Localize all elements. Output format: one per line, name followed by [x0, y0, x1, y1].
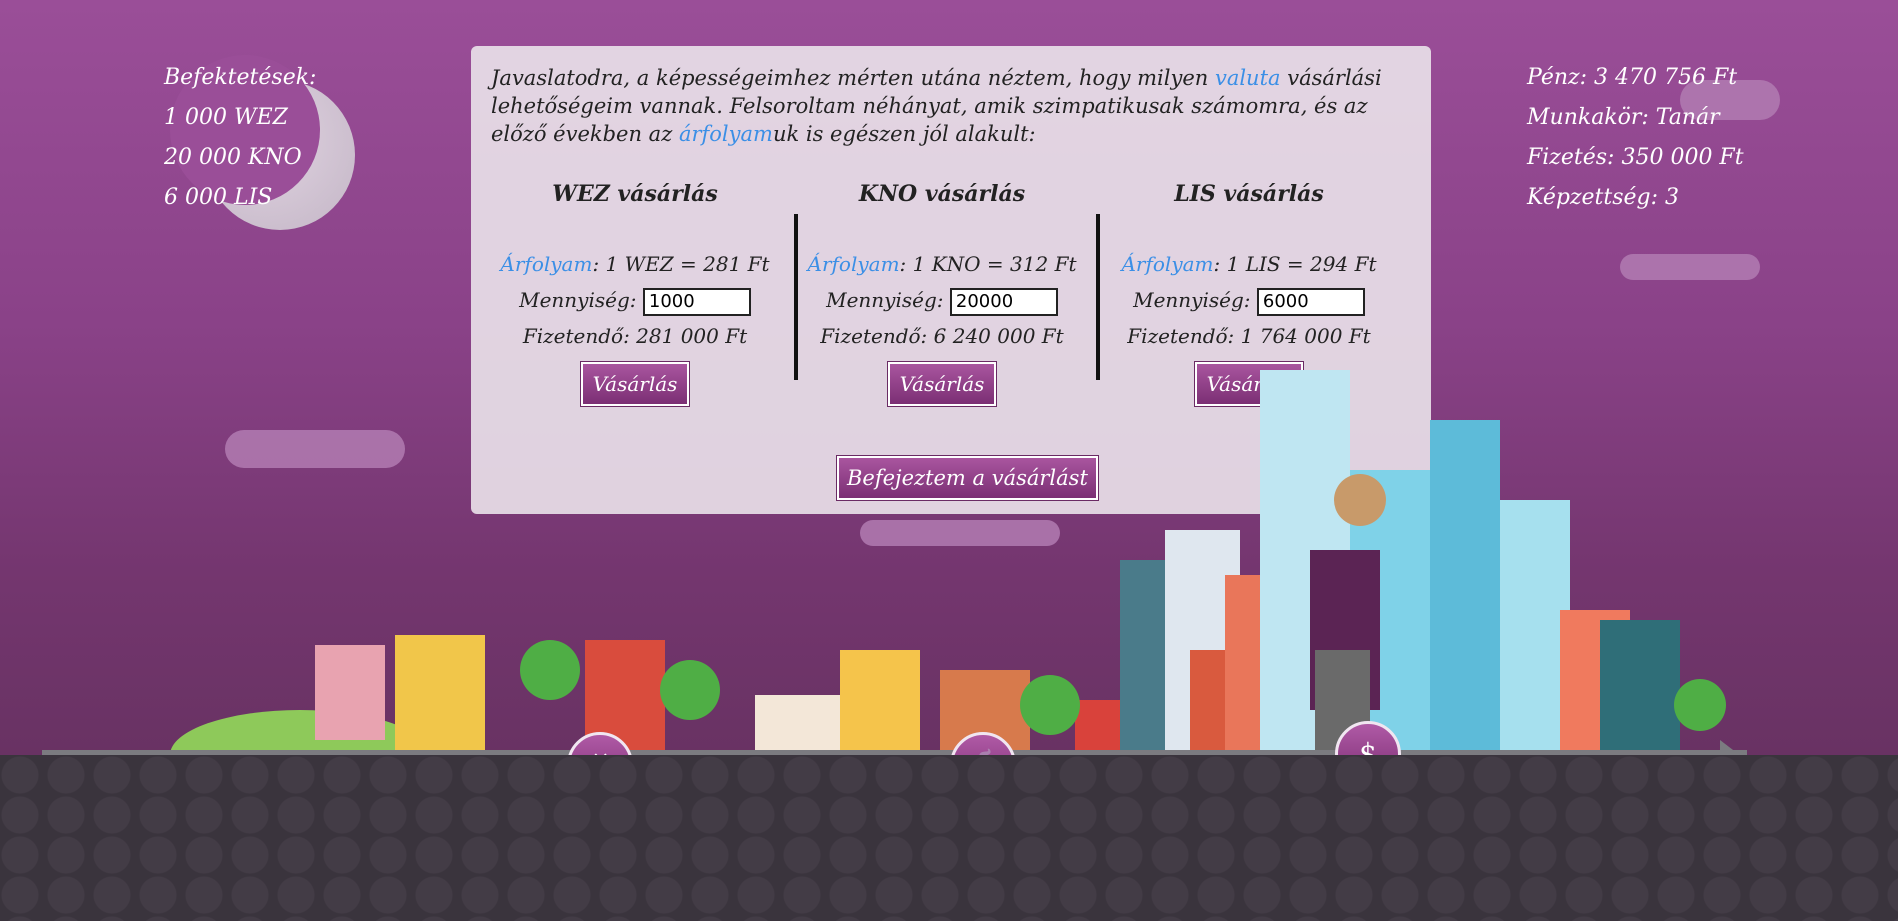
- rate-link[interactable]: Árfolyam: [500, 252, 592, 276]
- cloud: [1620, 254, 1760, 280]
- lis-quantity-input[interactable]: [1256, 287, 1365, 316]
- quantity-label: Mennyiség:: [519, 288, 637, 312]
- kno-title: KNO vásárlás: [858, 181, 1026, 207]
- wez-quantity-input[interactable]: [642, 287, 751, 316]
- education-label: Képzettség: 3: [1527, 185, 1680, 210]
- job-label: Munkakör: Tanár: [1527, 105, 1720, 130]
- investment-item: 1 000 WEZ: [164, 105, 288, 130]
- rate-value: : 1 WEZ = 281 Ft: [592, 252, 770, 276]
- investments-panel: Befektetések: 1 000 WEZ 20 000 KNO 6 000…: [164, 58, 316, 218]
- wez-title: WEZ vásárlás: [552, 181, 718, 207]
- city-illustration: [170, 370, 1726, 760]
- lis-title: LIS vásárlás: [1174, 181, 1324, 207]
- arfolyam-link[interactable]: árfolyam: [679, 122, 773, 146]
- quantity-label: Mennyiség:: [826, 288, 944, 312]
- rate-value: : 1 LIS = 294 Ft: [1213, 252, 1377, 276]
- payable-amount: Fizetendő: 6 240 000 Ft: [820, 324, 1064, 348]
- intro-text: Javaslatodra, a képességeimhez mérten ut…: [491, 64, 1411, 148]
- kno-quantity-input[interactable]: [949, 287, 1058, 316]
- payable-amount: Fizetendő: 1 764 000 Ft: [1127, 324, 1371, 348]
- rate-link[interactable]: Árfolyam: [1121, 252, 1213, 276]
- salary-label: Fizetés: 350 000 Ft: [1527, 145, 1744, 170]
- investment-item: 6 000 LIS: [164, 185, 273, 210]
- investments-title: Befektetések:: [164, 65, 317, 90]
- payable-amount: Fizetendő: 281 000 Ft: [522, 324, 748, 348]
- rate-link[interactable]: Árfolyam: [808, 252, 900, 276]
- rate-value: : 1 KNO = 312 Ft: [899, 252, 1077, 276]
- quantity-label: Mennyiség:: [1133, 288, 1251, 312]
- investment-item: 20 000 KNO: [164, 145, 302, 170]
- money-label: Pénz: 3 470 756 Ft: [1527, 65, 1738, 90]
- intro-text-part: uk is egészen jól alakult:: [772, 122, 1036, 146]
- intro-text-part: Javaslatodra, a képességeimhez mérten ut…: [491, 66, 1215, 90]
- status-panel: Pénz: 3 470 756 Ft Munkakör: Tanár Fizet…: [1527, 58, 1744, 218]
- valuta-link[interactable]: valuta: [1215, 66, 1281, 90]
- ground: [0, 755, 1898, 921]
